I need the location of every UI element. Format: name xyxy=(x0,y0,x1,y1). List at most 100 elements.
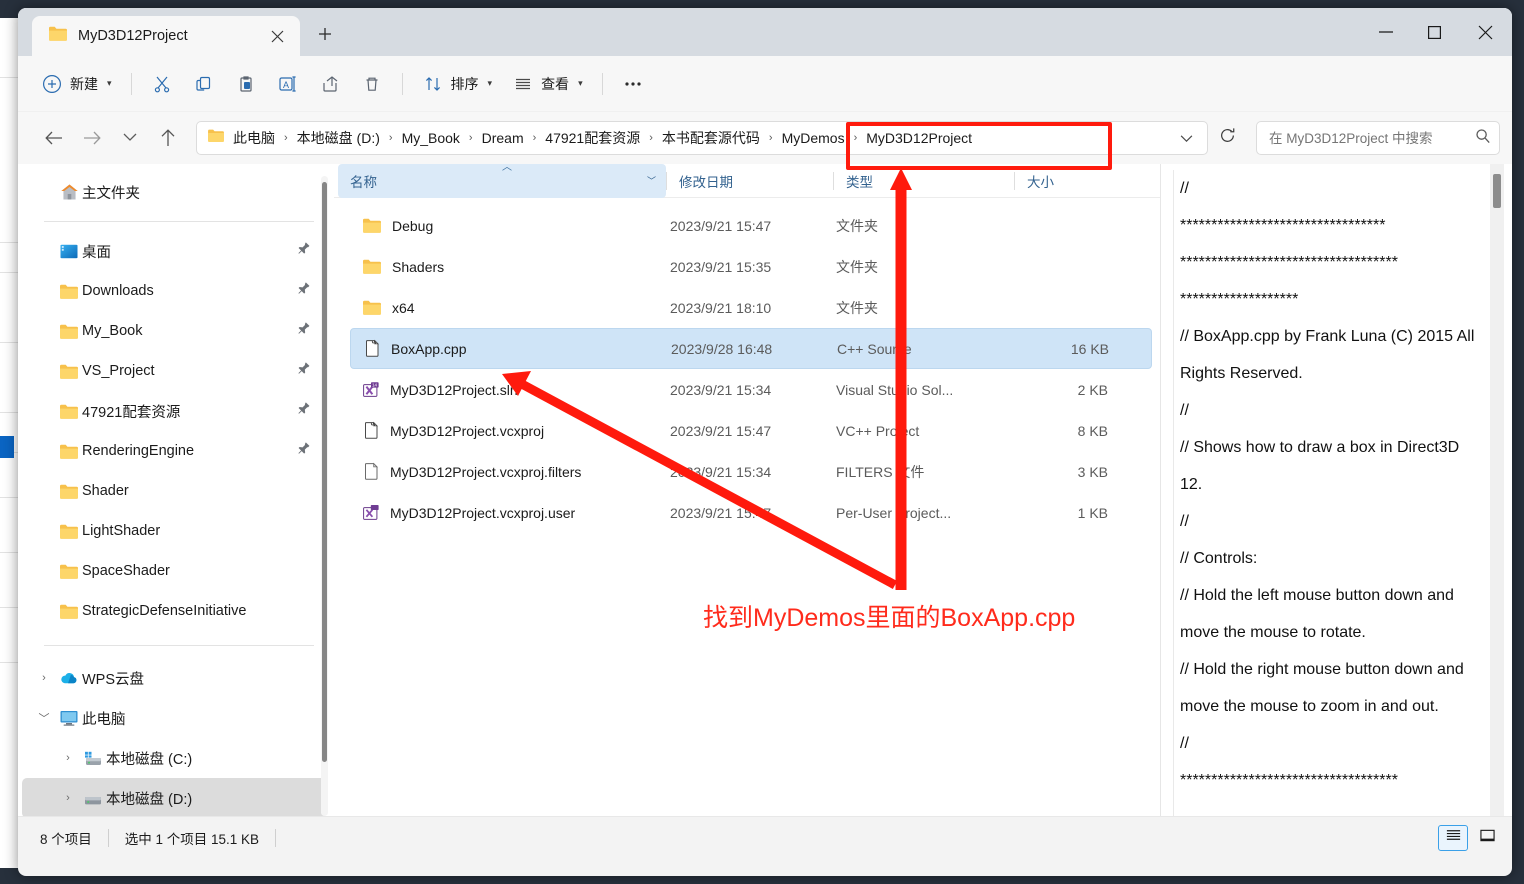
chevron-right-icon[interactable]: › xyxy=(56,786,80,810)
details-view-icon xyxy=(1445,828,1462,847)
command-bar: 新建 ▾ A 排序 ▾ 查看 ▾ xyxy=(18,56,1512,112)
up-button[interactable] xyxy=(150,121,186,155)
table-row[interactable]: BoxApp.cpp 2023/9/28 16:48 C++ Source 16 KB xyxy=(350,328,1152,369)
table-row[interactable]: 14 MyD3D12Project.sln 2023/9/21 15:34 Visua… xyxy=(350,369,1152,410)
column-header-name[interactable]: ︿ 名称 ﹀ xyxy=(338,164,666,198)
desktop-icon xyxy=(56,243,82,260)
view-toggle-group xyxy=(1438,824,1502,851)
sidebar-tree-item[interactable]: › WPS云盘 xyxy=(22,658,326,698)
file-size: 1 KB xyxy=(1077,504,1108,521)
folder-icon xyxy=(48,25,68,47)
sidebar-item-label: Shader xyxy=(82,483,129,499)
sidebar-tree-item[interactable]: › 本地磁盘 (C:) xyxy=(22,738,326,778)
chevron-right-icon[interactable]: › xyxy=(32,666,56,690)
sidebar-item-home[interactable]: 主文件夹 xyxy=(22,172,326,212)
maximize-button[interactable] xyxy=(1410,8,1458,56)
breadcrumb-item[interactable]: 此电脑 xyxy=(231,128,277,148)
breadcrumb-item[interactable]: 本地磁盘 (D:) xyxy=(295,128,382,148)
preview-scrollbar[interactable] xyxy=(1490,164,1504,816)
close-button[interactable] xyxy=(1458,8,1512,56)
table-row[interactable]: MyD3D12Project.vcxproj 2023/9/21 15:47 VC+… xyxy=(350,410,1152,451)
address-dropdown-button[interactable] xyxy=(1171,123,1201,153)
share-button[interactable] xyxy=(310,66,350,102)
breadcrumb-separator: › xyxy=(649,132,653,144)
chevron-down-icon[interactable]: ﹀ xyxy=(32,706,56,730)
share-icon xyxy=(319,73,341,95)
table-row[interactable]: x64 2023/9/21 18:10 文件夹 xyxy=(350,287,1152,328)
folder-icon xyxy=(56,323,82,340)
sidebar-item[interactable]: VS_Project xyxy=(22,351,326,391)
folder-icon xyxy=(56,363,82,380)
search-box[interactable] xyxy=(1256,121,1500,155)
breadcrumb-item[interactable]: 47921配套资源 xyxy=(543,128,642,148)
paste-button[interactable] xyxy=(226,66,266,102)
file-size: 8 KB xyxy=(1077,422,1108,439)
sort-button[interactable]: 排序 ▾ xyxy=(413,66,502,102)
sidebar-item[interactable]: SpaceShader xyxy=(22,551,326,591)
breadcrumb-item[interactable]: My_Book xyxy=(400,130,462,146)
file-date: 2023/9/21 15:34 xyxy=(670,463,772,480)
file-date: 2023/9/21 15:47 xyxy=(670,504,772,521)
tab-myd3d12project[interactable]: MyD3D12Project xyxy=(32,16,300,56)
breadcrumb-item[interactable]: 本书配套源代码 xyxy=(660,128,762,148)
sidebar-item[interactable]: LightShader xyxy=(22,511,326,551)
chevron-down-icon[interactable]: ﹀ xyxy=(647,174,656,187)
home-icon xyxy=(56,183,82,201)
folder-icon xyxy=(56,523,82,540)
refresh-button[interactable] xyxy=(1210,121,1244,155)
folder-icon xyxy=(362,258,382,275)
rename-button[interactable]: A xyxy=(268,66,308,102)
search-input[interactable] xyxy=(1269,130,1469,146)
more-options-button[interactable] xyxy=(613,66,653,102)
new-button[interactable]: 新建 ▾ xyxy=(32,66,121,102)
sidebar-item-label: 47921配套资源 xyxy=(82,404,181,421)
sidebar-tree-item[interactable]: › 本地磁盘 (D:) xyxy=(22,778,326,816)
generic-file-icon xyxy=(362,462,380,481)
sidebar-tree-item[interactable]: ﹀ 此电脑 xyxy=(22,698,326,738)
folder-icon xyxy=(56,403,82,420)
table-row[interactable]: Shaders 2023/9/21 15:35 文件夹 xyxy=(350,246,1152,287)
column-header-date[interactable]: 修改日期 xyxy=(667,164,833,198)
pin-icon[interactable] xyxy=(297,361,312,381)
pin-icon[interactable] xyxy=(297,241,312,261)
sort-arrows-icon xyxy=(422,73,444,95)
pin-icon[interactable] xyxy=(297,281,312,301)
table-row[interactable]: MyD3D12Project.vcxproj.filters 2023/9/21 … xyxy=(350,451,1152,492)
copy-button[interactable] xyxy=(184,66,224,102)
minimize-button[interactable] xyxy=(1362,8,1410,56)
forward-button[interactable] xyxy=(74,121,110,155)
table-row[interactable]: Debug 2023/9/21 15:47 文件夹 xyxy=(350,205,1152,246)
view-button[interactable]: 查看 ▾ xyxy=(503,66,592,102)
preview-pane-button[interactable] xyxy=(1472,825,1502,851)
chevron-right-icon[interactable]: › xyxy=(56,746,80,770)
table-row[interactable]: MyD3D12Project.vcxproj.user 2023/9/21 15:… xyxy=(350,492,1152,533)
sidebar-scrollbar[interactable] xyxy=(321,176,328,816)
file-date: 2023/9/21 18:10 xyxy=(670,299,772,316)
sidebar-tree-item-label: 本地磁盘 (D:) xyxy=(106,791,193,808)
recent-locations-button[interactable] xyxy=(112,121,148,155)
column-header-label: 类型 xyxy=(846,174,873,190)
breadcrumb-item[interactable]: Dream xyxy=(480,130,526,146)
sidebar-item[interactable]: 桌面 xyxy=(22,231,326,271)
sidebar-item[interactable]: StrategicDefenseInitiative xyxy=(22,591,326,631)
cut-button[interactable] xyxy=(142,66,182,102)
clipboard-icon xyxy=(235,73,257,95)
pin-icon[interactable] xyxy=(297,441,312,461)
new-tab-button[interactable] xyxy=(308,19,342,53)
details-view-button[interactable] xyxy=(1438,824,1468,851)
delete-button[interactable] xyxy=(352,66,392,102)
pin-icon[interactable] xyxy=(297,401,312,421)
sidebar-item[interactable]: 47921配套资源 xyxy=(22,391,326,431)
close-icon[interactable] xyxy=(264,23,290,49)
sidebar-item[interactable]: RenderingEngine xyxy=(22,431,326,471)
breadcrumb-item[interactable]: MyDemos xyxy=(780,130,847,146)
sidebar-scrollbar-thumb[interactable] xyxy=(322,182,327,762)
pin-icon[interactable] xyxy=(297,321,312,341)
search-icon[interactable] xyxy=(1475,128,1491,149)
sidebar-item[interactable]: Shader xyxy=(22,471,326,511)
sidebar-item[interactable]: My_Book xyxy=(22,311,326,351)
sidebar-item[interactable]: Downloads xyxy=(22,271,326,311)
file-name: MyD3D12Project.vcxproj xyxy=(390,422,545,439)
back-button[interactable] xyxy=(36,121,72,155)
preview-scrollbar-thumb[interactable] xyxy=(1493,174,1501,208)
